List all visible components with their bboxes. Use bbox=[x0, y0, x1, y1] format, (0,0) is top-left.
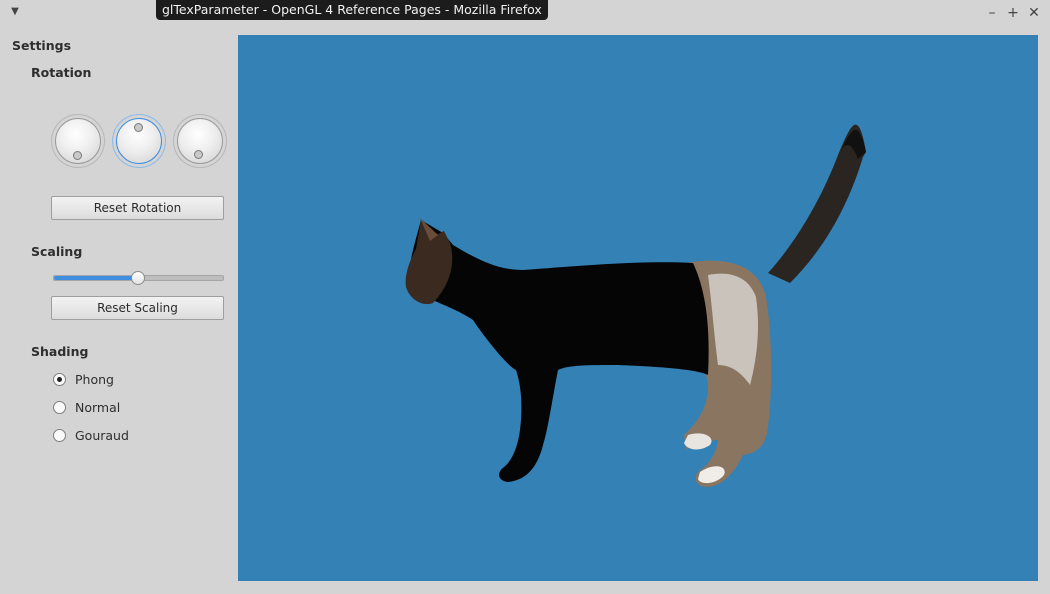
cat-tail bbox=[768, 124, 866, 283]
render-viewport[interactable] bbox=[238, 35, 1038, 581]
radio-button[interactable] bbox=[53, 373, 66, 386]
radio-label: Phong bbox=[75, 372, 114, 387]
scaling-title: Scaling bbox=[31, 244, 83, 259]
dial-indicator bbox=[73, 151, 82, 160]
taskbar-tooltip: glTexParameter - OpenGL 4 Reference Page… bbox=[156, 0, 548, 20]
maximize-button[interactable]: + bbox=[1004, 4, 1022, 22]
reset-scaling-button[interactable]: Reset Scaling bbox=[51, 296, 224, 320]
radio-button[interactable] bbox=[53, 401, 66, 414]
cat-body bbox=[410, 220, 709, 482]
cat-hind-paw bbox=[684, 433, 712, 450]
minimize-button[interactable]: – bbox=[983, 4, 1001, 22]
scaling-slider-handle[interactable] bbox=[130, 271, 145, 285]
settings-title: Settings bbox=[12, 38, 72, 53]
reset-rotation-button[interactable]: Reset Rotation bbox=[51, 196, 224, 220]
settings-panel: Settings Rotation Reset Rotation Scaling… bbox=[0, 27, 236, 594]
cat-model bbox=[405, 124, 866, 487]
shading-title: Shading bbox=[31, 344, 89, 359]
close-button[interactable]: ✕ bbox=[1025, 4, 1043, 22]
rotation-title: Rotation bbox=[31, 65, 92, 80]
dial-indicator bbox=[194, 150, 203, 159]
radio-selected-dot bbox=[57, 377, 62, 382]
rotation-dial-y[interactable] bbox=[116, 118, 162, 164]
scaling-slider-fill bbox=[54, 276, 137, 280]
radio-button[interactable] bbox=[53, 429, 66, 442]
rotation-dial-x[interactable] bbox=[55, 118, 101, 164]
radio-label: Normal bbox=[75, 400, 121, 415]
rotation-dial-z[interactable] bbox=[177, 118, 223, 164]
radio-label: Gouraud bbox=[75, 428, 129, 443]
dial-indicator bbox=[134, 123, 143, 132]
